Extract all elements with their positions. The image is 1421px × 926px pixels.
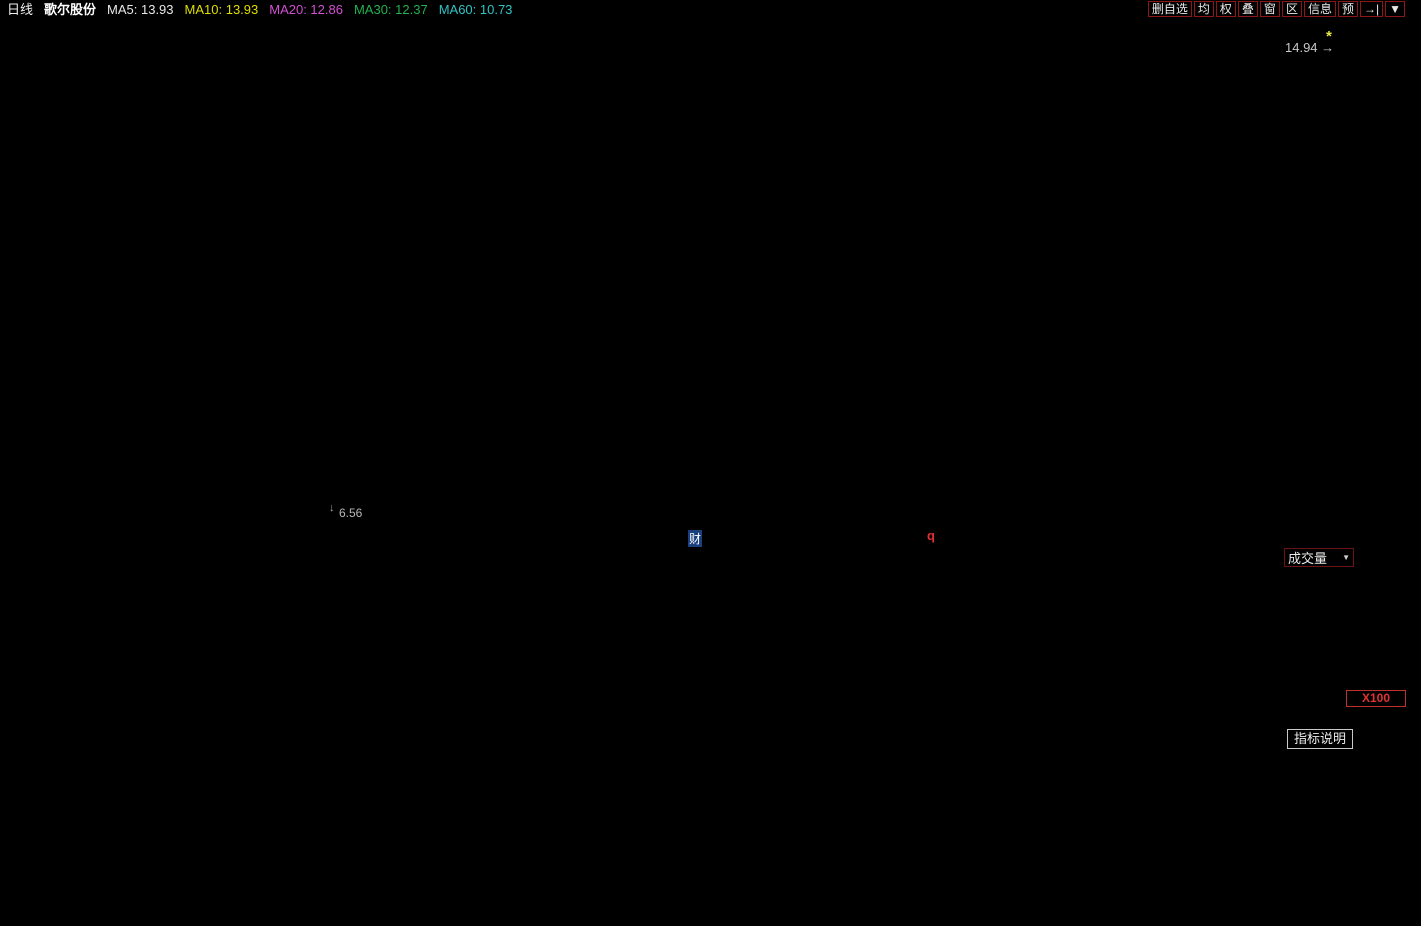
high-point-star-icon: * [1326, 28, 1332, 45]
price-axis-label: 14.09 [1351, 89, 1391, 107]
rights-adjust-button[interactable]: 权 [1216, 1, 1236, 17]
overlay-button[interactable]: 叠 [1238, 1, 1258, 17]
low-point-label: 6.56 [339, 506, 362, 520]
ma-indicator-values: MA5: 13.93 MA10: 13.93 MA20: 12.86 MA30: 12… [107, 2, 512, 17]
news-tag[interactable]: 财 [688, 530, 702, 547]
collapse-panel-button[interactable]: →| [1360, 1, 1383, 17]
volume-unit-badge: X100 [1346, 690, 1406, 707]
price-axis-label: 7.43 [1351, 463, 1382, 481]
info-button[interactable]: 信息 [1304, 1, 1336, 17]
indicator-help-button[interactable]: 指标说明 [1287, 729, 1353, 749]
price-axis-label: 15.41 [1351, 16, 1391, 34]
chevron-down-icon[interactable]: ▼ [1342, 553, 1350, 562]
region-button[interactable]: 区 [1282, 1, 1302, 17]
window-button[interactable]: 窗 [1260, 1, 1280, 17]
ma-label: MA30: 12.37 [354, 2, 428, 17]
main-chart-header: 日线 歌尔股份 MA5: 13.93 MA10: 13.93 MA20: 12.86… [7, 2, 512, 17]
chart-canvas[interactable] [0, 0, 1421, 926]
price-axis-label: 11.43 [1351, 238, 1390, 256]
ma-label: MA10: 13.93 [185, 2, 259, 17]
period-label[interactable]: 日线 [7, 2, 33, 17]
ma-label: MA60: 10.73 [439, 2, 513, 17]
toolbar-dropdown-button[interactable]: ▼ [1385, 1, 1405, 17]
price-axis-label: 10.09 [1351, 313, 1391, 331]
ma-label: MA20: 12.86 [269, 2, 343, 17]
quote-panel-strip [1409, 0, 1421, 926]
stock-name[interactable]: 歌尔股份 [44, 2, 96, 17]
volume-indicator-selector[interactable]: 成交量 ▼ [1284, 548, 1354, 567]
stock-chart-window: 日线 歌尔股份 MA5: 13.93 MA10: 13.93 MA20: 12.86… [0, 0, 1421, 926]
delete-from-watchlist-button[interactable]: 删自选 [1148, 1, 1192, 17]
ma-toggle-button[interactable]: 均 [1194, 1, 1214, 17]
volume-indicator-label: 成交量 [1288, 548, 1327, 567]
ma-label: MA5: 13.93 [107, 2, 174, 17]
price-axis-label: 12.75 [1351, 165, 1391, 183]
q-tag: q [927, 528, 935, 543]
low-point-arrow-icon: ↓ [329, 502, 335, 514]
toolbar-buttons: 删自选均权叠窗区信息预→|▼ [1148, 1, 1405, 17]
price-axis-label: 8.77 [1351, 388, 1382, 406]
alert-button[interactable]: 预 [1338, 1, 1358, 17]
